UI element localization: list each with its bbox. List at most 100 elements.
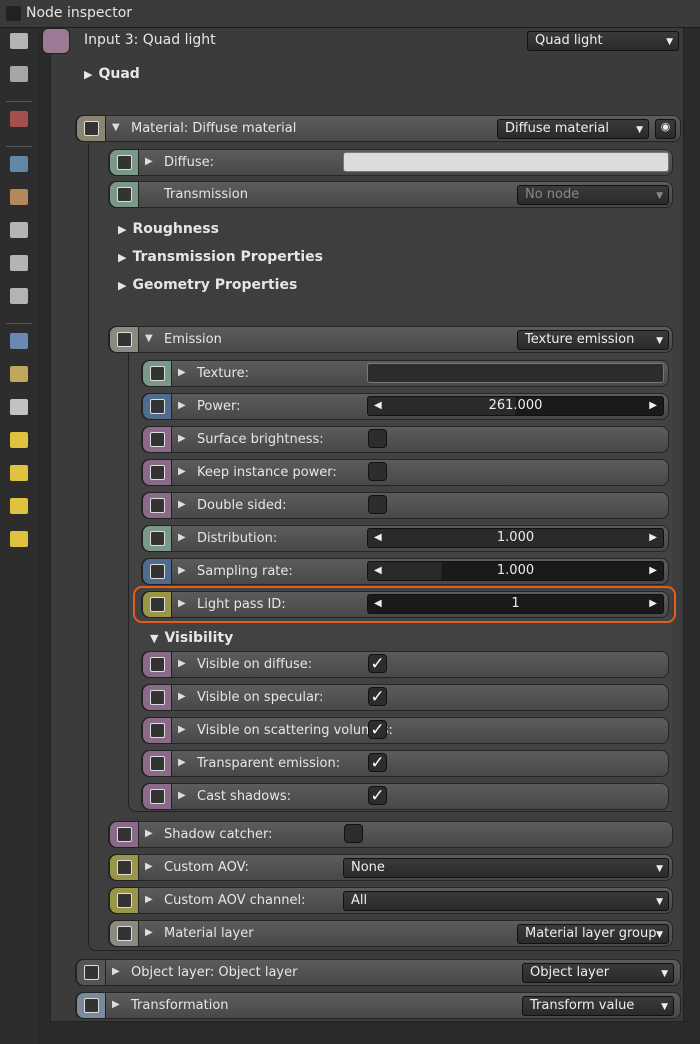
eye-icon[interactable]: ◉ <box>655 119 676 139</box>
visibility-param-row: ▶ Cast shadows: <box>141 783 669 810</box>
enum-icon[interactable] <box>109 887 139 914</box>
expand-arrow-icon[interactable]: ▶ <box>178 724 186 735</box>
image-icon[interactable] <box>10 111 28 127</box>
toolbar-separator <box>6 323 32 324</box>
expand-arrow-icon[interactable]: ▶ <box>145 861 153 872</box>
expand-arrow-icon[interactable]: ▶ <box>145 156 153 167</box>
expand-arrow-icon[interactable]: ▶ <box>145 894 153 905</box>
expand-arrow-icon[interactable]: ▶ <box>178 565 186 576</box>
expand-arrow-icon[interactable]: ▶ <box>178 400 186 411</box>
checkbox[interactable] <box>368 495 387 514</box>
decrement-arrow-icon[interactable]: ◀ <box>374 400 382 411</box>
render-target-icon[interactable] <box>10 288 28 304</box>
enum-icon[interactable] <box>109 854 139 881</box>
expand-arrow-icon[interactable]: ▶ <box>178 433 186 444</box>
material-layer-dropdown[interactable]: Material layer group ▼ <box>517 924 669 944</box>
camera-icon[interactable] <box>10 156 28 172</box>
value-slider[interactable]: ◀ 261.000 ▶ <box>367 396 664 416</box>
texture-slot-icon[interactable] <box>109 181 139 208</box>
float-icon[interactable] <box>142 393 172 420</box>
bool-icon[interactable] <box>142 651 172 678</box>
expand-arrow-icon[interactable]: ▶ <box>178 532 186 543</box>
material-type-dropdown[interactable]: Diffuse material ▼ <box>497 119 649 139</box>
decrement-arrow-icon[interactable]: ◀ <box>374 532 382 543</box>
cube-red-icon[interactable] <box>10 399 28 415</box>
checkbox[interactable]: ✓ <box>368 720 387 739</box>
chevron-down-icon: ▼ <box>656 336 663 346</box>
list-icon[interactable] <box>10 66 28 82</box>
bool-icon[interactable] <box>142 492 172 519</box>
texture-grid-icon[interactable] <box>10 366 28 382</box>
section-geometry-properties[interactable]: ▶ Geometry Properties <box>118 277 297 293</box>
window-checkbox[interactable] <box>6 6 21 21</box>
expand-arrow-icon[interactable]: ▶ <box>145 828 153 839</box>
section-transmission-properties[interactable]: ▶ Transmission Properties <box>118 249 323 265</box>
expand-arrow-icon[interactable]: ▶ <box>112 966 120 977</box>
diffuse-color-swatch[interactable] <box>343 152 669 172</box>
clock-icon[interactable] <box>10 333 28 349</box>
material-sphere-icon[interactable] <box>76 115 106 142</box>
expand-arrow-icon[interactable]: ▶ <box>178 466 186 477</box>
increment-arrow-icon[interactable]: ▶ <box>649 400 657 411</box>
expand-arrow-icon: ▶ <box>118 223 127 236</box>
transmission-dropdown[interactable]: No node ▼ <box>517 185 669 205</box>
bool-icon[interactable] <box>142 783 172 810</box>
environment-alt-icon[interactable] <box>10 222 28 238</box>
value-slider[interactable]: ◀ 1.000 ▶ <box>367 528 664 548</box>
material-icon[interactable] <box>10 255 28 271</box>
checkbox[interactable]: ✓ <box>368 654 387 673</box>
emission-icon[interactable] <box>109 326 139 353</box>
expand-arrow-icon[interactable]: ▶ <box>178 757 186 768</box>
bool-icon[interactable] <box>109 821 139 848</box>
bool-icon[interactable] <box>142 426 172 453</box>
custom-aov-dropdown[interactable]: None ▼ <box>343 858 669 878</box>
checkbox[interactable] <box>368 462 387 481</box>
checkbox[interactable]: ✓ <box>368 687 387 706</box>
checkbox[interactable] <box>344 824 363 843</box>
increment-arrow-icon[interactable]: ▶ <box>649 565 657 576</box>
expand-arrow-icon[interactable]: ▶ <box>178 691 186 702</box>
emission-type-dropdown[interactable]: Texture emission ▼ <box>517 330 669 350</box>
value-slider[interactable]: ◀ 1.000 ▶ <box>367 561 664 581</box>
section-visibility[interactable]: ▼ Visibility <box>150 630 233 646</box>
decrement-arrow-icon[interactable]: ◀ <box>374 565 382 576</box>
checkbox[interactable] <box>368 429 387 448</box>
texture-icon[interactable] <box>109 149 139 176</box>
custom-aov-channel-dropdown[interactable]: All ▼ <box>343 891 669 911</box>
layers-icon[interactable] <box>10 33 28 49</box>
material-layer-icon[interactable] <box>109 920 139 947</box>
cube-yellow-icon[interactable] <box>10 465 28 481</box>
bool-icon-glyph <box>150 498 165 513</box>
expand-arrow-icon: ▶ <box>84 68 93 81</box>
distribution-icon[interactable] <box>142 525 172 552</box>
environment-icon[interactable] <box>10 189 28 205</box>
section-roughness[interactable]: ▶ Roughness <box>118 221 219 237</box>
expand-arrow-icon[interactable]: ▶ <box>178 367 186 378</box>
cube-blue-icon[interactable] <box>10 432 28 448</box>
bool-icon[interactable] <box>142 459 172 486</box>
collapse-arrow-icon[interactable]: ▼ <box>112 122 120 133</box>
object-layer-dropdown[interactable]: Object layer ▼ <box>522 963 674 983</box>
transform-icon[interactable] <box>76 992 106 1019</box>
node-type-dropdown[interactable]: Quad light ▼ <box>527 31 679 51</box>
increment-arrow-icon[interactable]: ▶ <box>649 532 657 543</box>
light-icon[interactable] <box>10 531 28 547</box>
bool-icon[interactable] <box>142 684 172 711</box>
texture-field[interactable] <box>367 363 664 383</box>
float-icon[interactable] <box>142 558 172 585</box>
object-layer-icon[interactable] <box>76 959 106 986</box>
bool-icon[interactable] <box>142 717 172 744</box>
expand-arrow-icon[interactable]: ▶ <box>145 927 153 938</box>
histogram-icon[interactable] <box>10 498 28 514</box>
expand-arrow-icon[interactable]: ▶ <box>112 999 120 1010</box>
texture-icon[interactable] <box>142 360 172 387</box>
collapse-arrow-icon[interactable]: ▼ <box>145 333 153 344</box>
checkbox[interactable]: ✓ <box>368 753 387 772</box>
section-quad[interactable]: ▶ Quad <box>84 66 140 82</box>
transformation-dropdown[interactable]: Transform value ▼ <box>522 996 674 1016</box>
bool-icon[interactable] <box>142 750 172 777</box>
checkbox[interactable]: ✓ <box>368 786 387 805</box>
expand-arrow-icon[interactable]: ▶ <box>178 790 186 801</box>
expand-arrow-icon[interactable]: ▶ <box>178 658 186 669</box>
expand-arrow-icon[interactable]: ▶ <box>178 499 186 510</box>
